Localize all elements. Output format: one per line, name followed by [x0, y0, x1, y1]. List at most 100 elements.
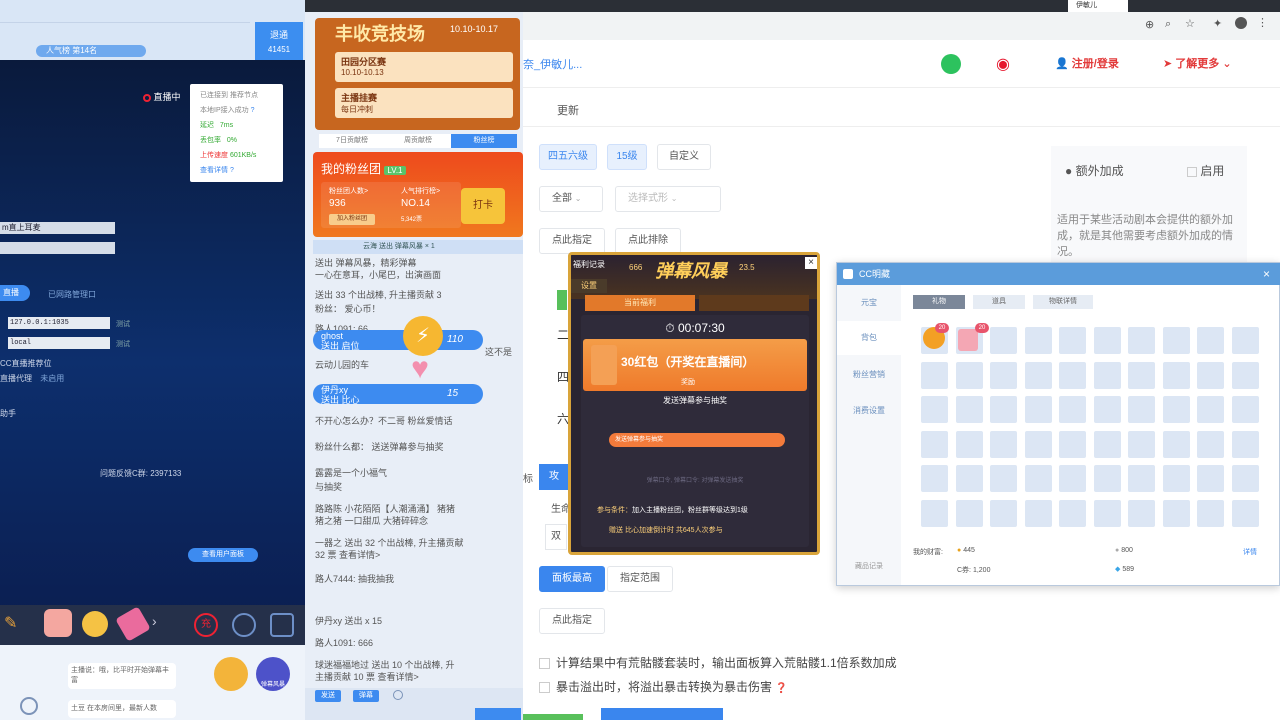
- cc-side-fans[interactable]: 粉丝营销: [837, 369, 901, 380]
- cc-item-slot[interactable]: [1093, 327, 1121, 354]
- danmu-storm-badge[interactable]: 弹幕风暴: [256, 657, 290, 691]
- cc-item-slot[interactable]: [1231, 361, 1259, 389]
- chip-level-456[interactable]: 四五六级: [539, 144, 597, 170]
- cc-item-slot[interactable]: [1059, 430, 1086, 458]
- cc-item-slot[interactable]: [1162, 499, 1190, 527]
- cc-item-slot[interactable]: [921, 499, 948, 527]
- rank-badge[interactable]: 人气榜 第14名: [36, 45, 146, 57]
- cc-item-slot[interactable]: [1059, 465, 1086, 492]
- point-specify-button[interactable]: 点此指定: [539, 608, 605, 634]
- cc-item-slot[interactable]: [1197, 361, 1224, 389]
- cc-item-slot[interactable]: [1128, 361, 1155, 389]
- cc-item-slot[interactable]: [1093, 396, 1121, 423]
- cc-item-slot[interactable]: [1231, 465, 1259, 492]
- crit-checkbox[interactable]: [539, 682, 550, 694]
- close-icon[interactable]: ×: [805, 257, 817, 269]
- cc-side-bag[interactable]: 背包: [837, 321, 901, 355]
- cc-item-slot[interactable]: [990, 361, 1017, 389]
- fan-members-label[interactable]: 粉丝团人数>: [329, 186, 368, 196]
- cc-item-slot[interactable]: [1162, 361, 1190, 389]
- cc-item-slot[interactable]: [1128, 430, 1155, 458]
- cc-tab-gift[interactable]: 礼物: [913, 295, 965, 309]
- type-select[interactable]: 选择式形 ⌄: [615, 186, 721, 212]
- emoji-icon[interactable]: [393, 690, 403, 700]
- panel-max-button[interactable]: 面板最高: [539, 566, 605, 592]
- login-link[interactable]: 👤 注册/登录: [1055, 55, 1119, 71]
- follow-button[interactable]: 退通 41451: [255, 22, 303, 60]
- cc-item-slot[interactable]: [1197, 327, 1224, 354]
- net-detail-link[interactable]: 查看详情 ?: [200, 163, 273, 178]
- open-user-panel-button[interactable]: 查看用户面板: [188, 548, 258, 562]
- other-welfare-tab[interactable]: [699, 295, 809, 311]
- cc-item-slot[interactable]: [1093, 465, 1121, 492]
- add-icon[interactable]: ⊕: [1145, 18, 1154, 31]
- tab-7day[interactable]: 7日贡献榜: [319, 134, 385, 148]
- cc-item-slot[interactable]: [990, 499, 1017, 527]
- cc-item-slot[interactable]: [1231, 327, 1259, 354]
- specify-button[interactable]: 点此指定: [539, 228, 605, 254]
- cc-tab-detail[interactable]: 物联详情: [1033, 295, 1093, 309]
- skeleton-option[interactable]: 计算结果中有荒骷髅套装时，输出面板算入荒骷髅1.1倍系数加成: [539, 654, 897, 671]
- cc-item-slot[interactable]: [1197, 465, 1224, 492]
- menu-icon[interactable]: ⋮: [1257, 16, 1268, 29]
- subnav-update[interactable]: 更新: [557, 102, 579, 118]
- banner-card-2[interactable]: 主播挂赛 每日冲刺: [335, 88, 513, 118]
- cc-item-slot[interactable]: [1059, 396, 1086, 423]
- send-main-button[interactable]: [475, 708, 521, 720]
- cc-side-yuanbao[interactable]: 元宝: [837, 297, 901, 308]
- join-fan-button[interactable]: 加入粉丝团: [329, 214, 375, 225]
- cc-item-slot[interactable]: [990, 465, 1017, 492]
- danmu-button[interactable]: 弹幕: [353, 690, 379, 702]
- tab-fans[interactable]: 粉丝榜: [451, 134, 517, 148]
- avatar-1[interactable]: [214, 657, 248, 691]
- face-gift-icon[interactable]: [82, 611, 108, 637]
- cc-item-slot[interactable]: [990, 327, 1017, 354]
- cc-item-slot[interactable]: [955, 499, 983, 527]
- cc-item-slot[interactable]: [1162, 430, 1190, 458]
- cc-item-slot[interactable]: [955, 430, 983, 458]
- cc-item-slot[interactable]: [1128, 396, 1155, 423]
- close-icon[interactable]: ×: [1263, 263, 1270, 285]
- fan-popular-label[interactable]: 人气排行榜>: [401, 186, 440, 196]
- cc-item-slot[interactable]: [1024, 327, 1052, 354]
- chevron-right-icon[interactable]: ›: [152, 613, 157, 629]
- cc-item-slot[interactable]: [1093, 430, 1121, 458]
- proxy-off-link[interactable]: 未启用: [40, 374, 64, 383]
- help-icon[interactable]: ❓: [775, 683, 787, 694]
- settings-tab[interactable]: 设置: [571, 279, 607, 293]
- proxy-tab2[interactable]: 已网路管理口: [48, 289, 96, 300]
- cc-item-slot[interactable]: [921, 361, 948, 389]
- cc-item-slot[interactable]: [1024, 430, 1052, 458]
- label-shuang[interactable]: 双: [545, 524, 567, 550]
- weibo-icon[interactable]: ◉: [996, 54, 1016, 74]
- cc-item-slot[interactable]: [955, 396, 983, 423]
- proxy-local-input[interactable]: local: [8, 337, 110, 349]
- emoji-icon[interactable]: [20, 697, 38, 715]
- label-gong[interactable]: 攻: [539, 464, 569, 490]
- star-icon[interactable]: ☆: [1185, 17, 1195, 30]
- cc-item-slot[interactable]: [1024, 396, 1052, 423]
- cc-item-slot[interactable]: [990, 396, 1017, 423]
- cc-item-slot[interactable]: [1231, 430, 1259, 458]
- send-button[interactable]: 发送: [315, 690, 341, 702]
- shop-icon[interactable]: [270, 613, 294, 637]
- banner-card-1[interactable]: 田园分区赛 10.10-10.13: [335, 52, 513, 82]
- crit-option[interactable]: 暴击溢出时，将溢出暴击转换为暴击伤害 ❓: [539, 678, 788, 695]
- cc-item-slot[interactable]: [921, 430, 948, 458]
- cc-item-slot[interactable]: [1024, 465, 1052, 492]
- cc-item-slot[interactable]: [921, 396, 948, 423]
- cc-item-slot[interactable]: [1059, 499, 1086, 527]
- cc-item-slot[interactable]: [1162, 327, 1190, 354]
- skeleton-checkbox[interactable]: [539, 658, 550, 670]
- cc-item-slot[interactable]: [1024, 499, 1052, 527]
- danmu-input[interactable]: 发送弹幕参与抽奖: [609, 433, 785, 447]
- cc-item-slot[interactable]: [1093, 499, 1121, 527]
- cc-item-slot[interactable]: [1059, 361, 1086, 389]
- recharge-icon[interactable]: 充: [194, 613, 218, 637]
- assets-detail-link[interactable]: 详情: [1243, 547, 1257, 557]
- cc-item-slot[interactable]: [1128, 465, 1155, 492]
- extension-icon[interactable]: ✦: [1213, 17, 1222, 30]
- bottom-blue-button[interactable]: [601, 708, 723, 720]
- search-icon[interactable]: ⌕: [1165, 18, 1171, 31]
- harvest-banner[interactable]: 丰收竞技场 10.10-10.17 田园分区赛 10.10-10.13 主播挂赛…: [315, 18, 520, 130]
